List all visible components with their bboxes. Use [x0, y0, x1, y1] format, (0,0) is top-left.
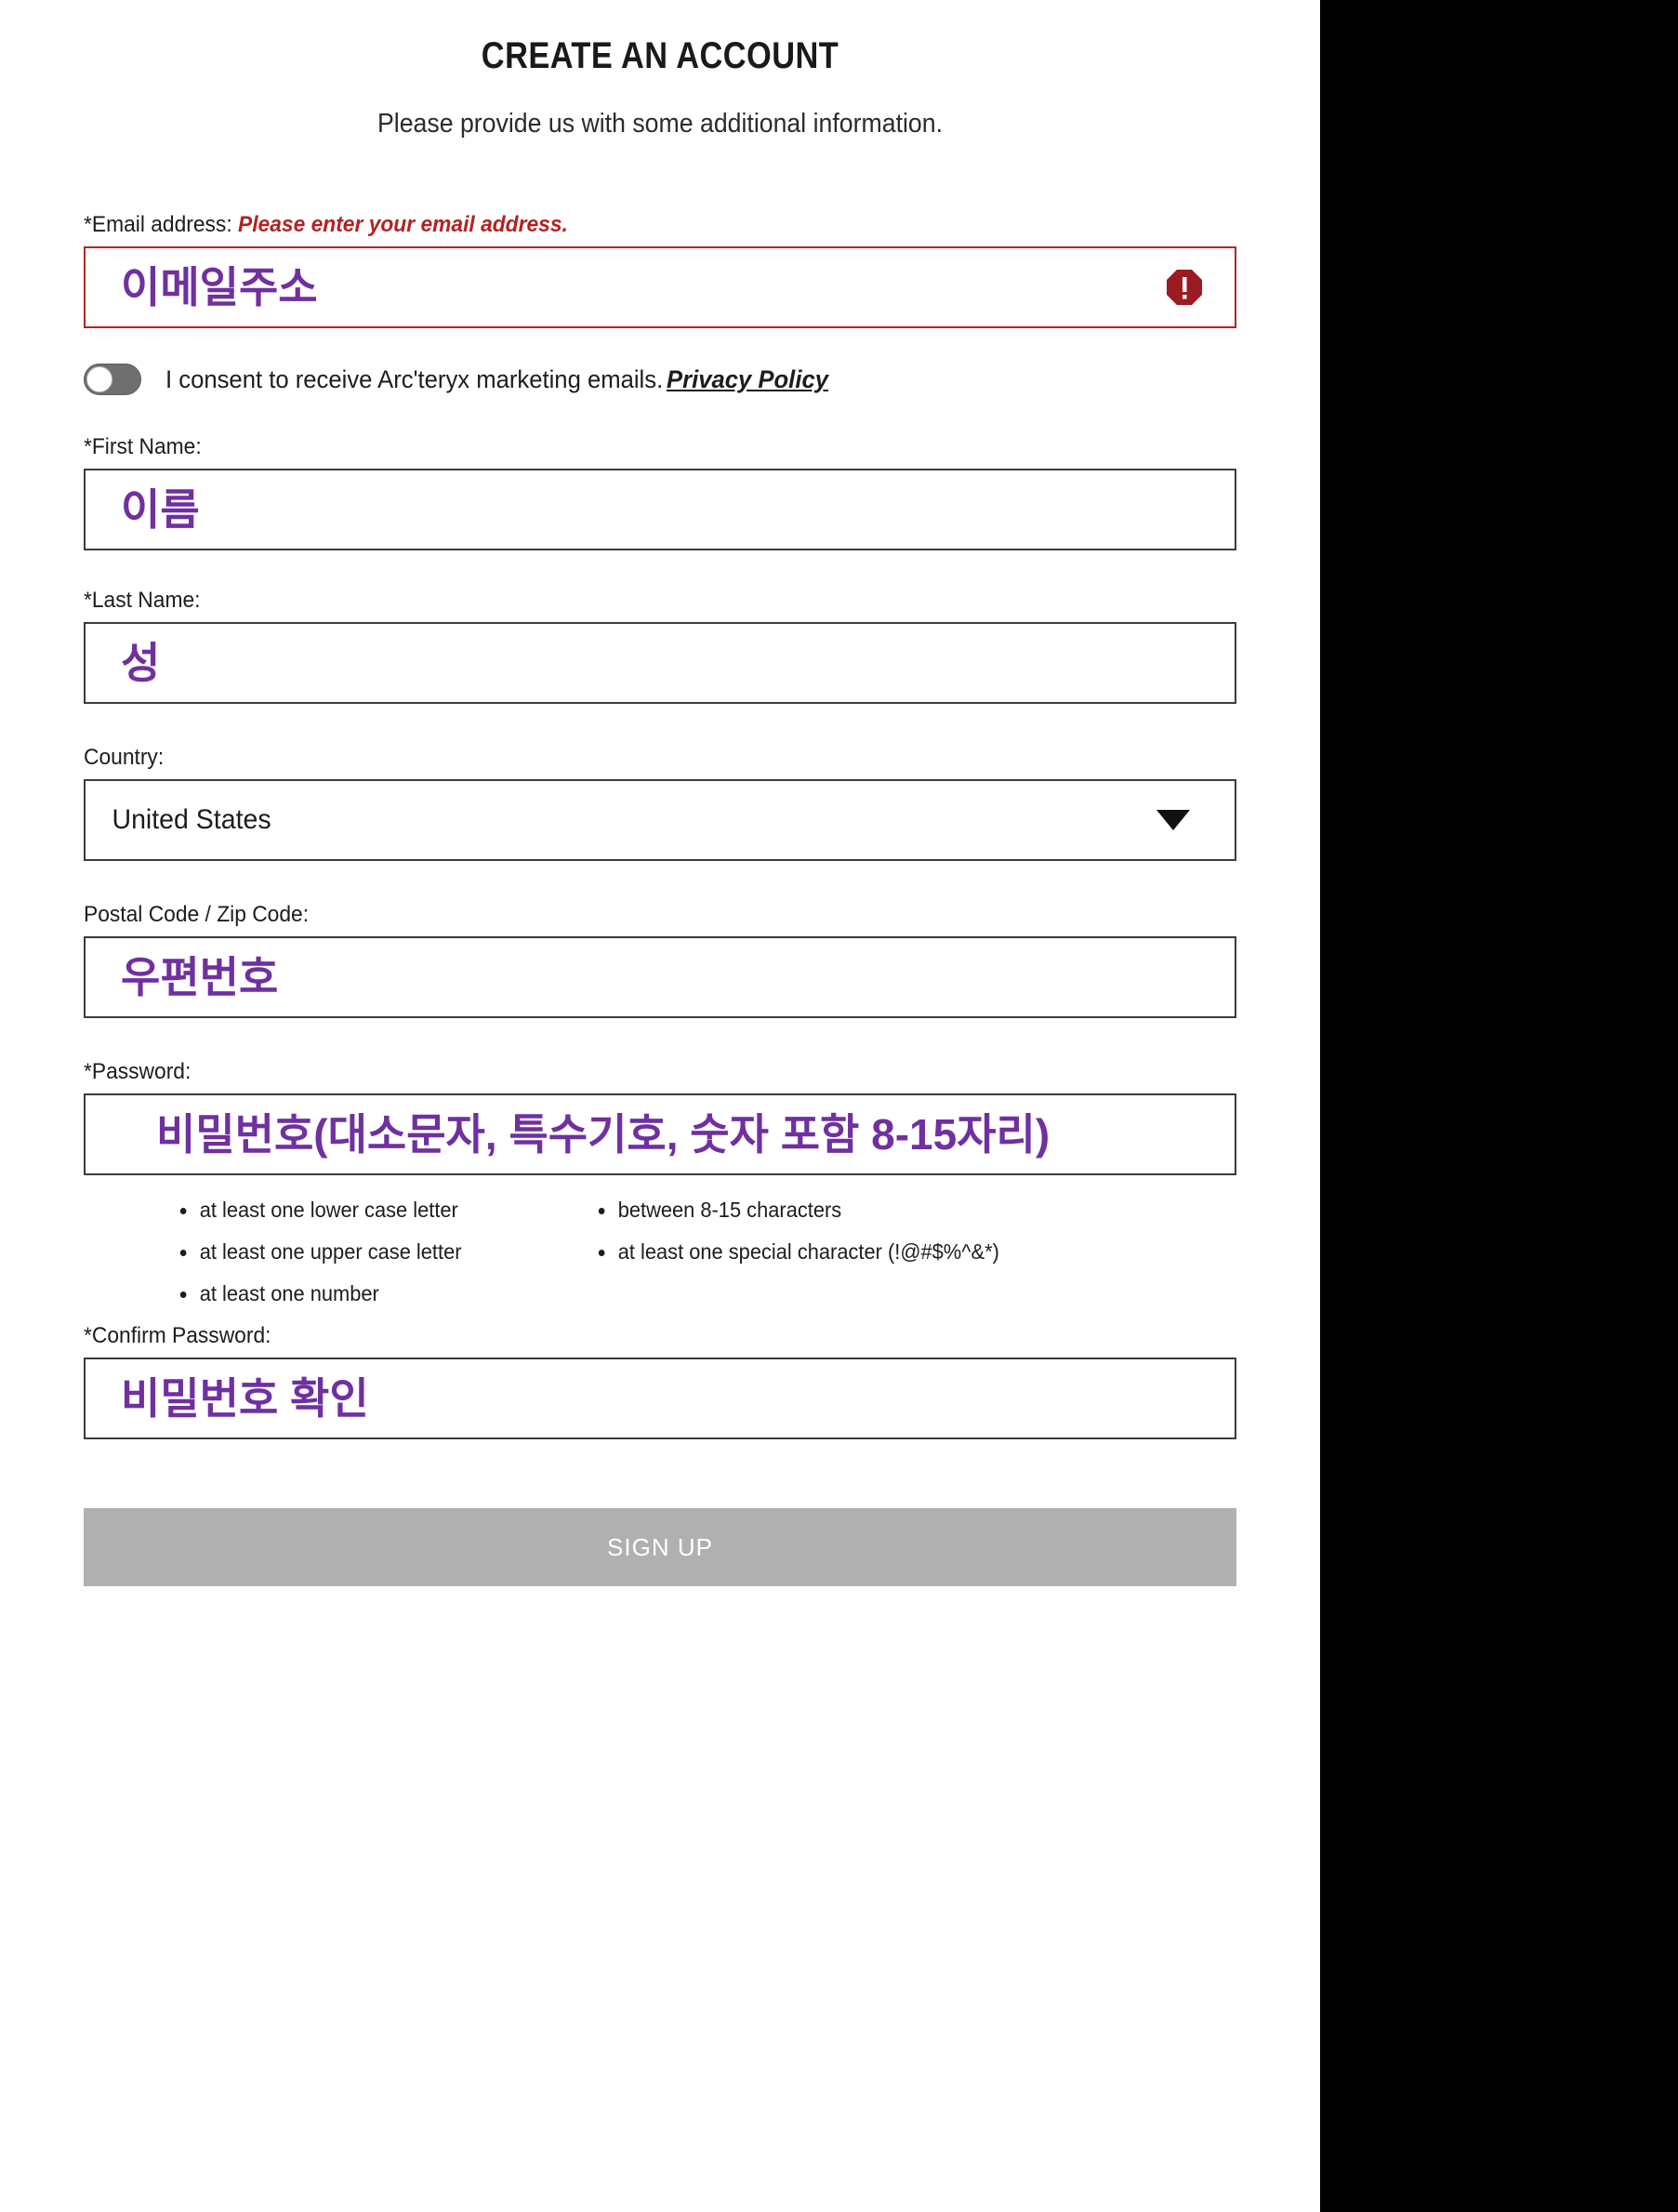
postal-code-label: Postal Code / Zip Code:	[84, 902, 310, 927]
field-last-name: *Last Name: 성	[84, 588, 1236, 704]
country-select[interactable]: United States	[84, 779, 1236, 861]
confirm-password-input-value: 비밀번호 확인	[121, 1374, 369, 1423]
postal-code-input-value: 우편번호	[121, 953, 279, 1001]
password-rules: at least one lower case letter at least …	[84, 1198, 1236, 1323]
toggle-knob	[86, 366, 112, 392]
password-rules-left: at least one lower case letter at least …	[177, 1198, 595, 1323]
password-rule: between 8-15 characters	[595, 1198, 993, 1223]
email-error-message: Please enter your email address.	[238, 212, 568, 237]
country-selected-value: United States	[112, 804, 271, 835]
first-name-input-value: 이름	[121, 485, 200, 534]
password-input-value: 비밀번호(대소문자, 특수기호, 숫자 포함 8-15자리)	[156, 1110, 1050, 1159]
confirm-password-label: *Confirm Password:	[84, 1323, 271, 1348]
country-label: Country:	[84, 745, 165, 770]
field-country: Country: United States	[84, 745, 1236, 861]
last-name-label: *Last Name:	[84, 588, 201, 613]
field-password: *Password: 비밀번호(대소문자, 특수기호, 숫자 포함 8-15자리…	[84, 1059, 1236, 1323]
marketing-consent-toggle[interactable]	[84, 364, 141, 395]
page-subtitle: Please provide us with some additional i…	[377, 109, 944, 139]
field-email: *Email address: Please enter your email …	[84, 212, 1236, 328]
marketing-consent-label: I consent to receive Arc'teryx marketing…	[165, 365, 828, 394]
page-title: CREATE AN ACCOUNT	[481, 35, 839, 76]
first-name-label: *First Name:	[84, 434, 202, 459]
confirm-password-input[interactable]: 비밀번호 확인	[84, 1358, 1236, 1439]
field-confirm-password: *Confirm Password: 비밀번호 확인	[84, 1323, 1236, 1439]
last-name-input[interactable]: 성	[84, 622, 1236, 704]
first-name-input[interactable]: 이름	[84, 469, 1236, 550]
sign-up-button[interactable]: SIGN UP	[84, 1508, 1236, 1586]
password-label: *Password:	[84, 1059, 192, 1084]
password-rule: at least one number	[177, 1281, 575, 1306]
password-rule: at least one lower case letter	[177, 1198, 575, 1223]
privacy-policy-link[interactable]: Privacy Policy	[667, 365, 828, 393]
password-rule: at least one upper case letter	[177, 1239, 575, 1265]
field-postal-code: Postal Code / Zip Code: 우편번호	[84, 902, 1236, 1018]
field-first-name: *First Name: 이름	[84, 434, 1236, 550]
chevron-down-icon	[1156, 810, 1190, 830]
error-octagon-icon	[1166, 269, 1203, 306]
form-panel: CREATE AN ACCOUNT Please provide us with…	[0, 0, 1320, 2212]
email-label: *Email address: Please enter your email …	[84, 212, 1179, 238]
screen-root: CREATE AN ACCOUNT Please provide us with…	[0, 0, 1678, 2212]
email-label-text: Email address:	[91, 212, 232, 237]
email-required-mark: *	[84, 212, 92, 237]
create-account-form: CREATE AN ACCOUNT Please provide us with…	[0, 0, 1320, 1586]
fields-container: *Email address: Please enter your email …	[84, 139, 1236, 1586]
marketing-consent-row: I consent to receive Arc'teryx marketing…	[84, 364, 1236, 395]
password-rule: at least one special character (!@#$%^&*…	[595, 1239, 999, 1265]
last-name-input-value: 성	[121, 639, 161, 687]
postal-code-input[interactable]: 우편번호	[84, 936, 1236, 1018]
password-input[interactable]: 비밀번호(대소문자, 특수기호, 숫자 포함 8-15자리)	[84, 1093, 1236, 1175]
consent-text: I consent to receive Arc'teryx marketing…	[165, 364, 664, 393]
email-input[interactable]: 이메일주소	[84, 246, 1236, 328]
email-input-value: 이메일주소	[121, 263, 318, 311]
password-rules-right: between 8-15 characters at least one spe…	[595, 1198, 1013, 1323]
